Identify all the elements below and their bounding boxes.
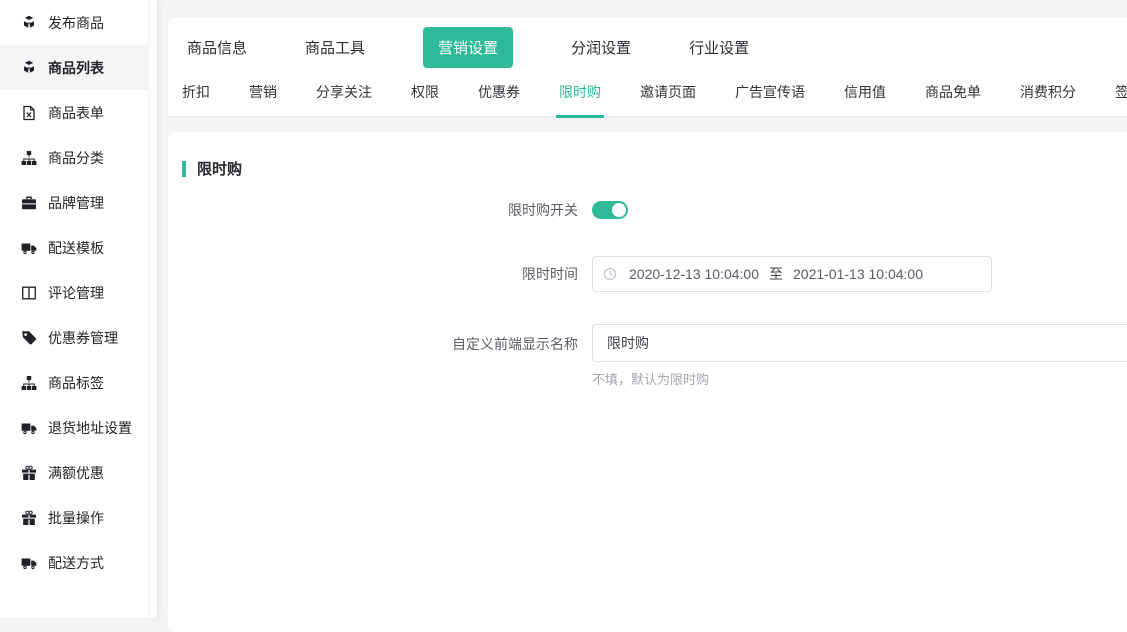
custom-name-label: 自定义前端显示名称 — [168, 334, 578, 354]
time-range-picker[interactable]: 2020-12-13 10:04:00 至 2021-01-13 10:04:0… — [592, 256, 992, 292]
primary-tab[interactable]: 行业设置 — [689, 37, 749, 58]
truck-icon — [21, 420, 37, 436]
primary-tab[interactable]: 分润设置 — [571, 37, 631, 58]
file-excel-icon — [21, 105, 37, 121]
secondary-tab[interactable]: 消费积分 — [1020, 76, 1076, 116]
sidebar-item[interactable]: 商品分类 — [0, 135, 148, 180]
truck-icon — [21, 240, 37, 256]
gift-icon — [21, 465, 37, 481]
secondary-tab[interactable]: 信用值 — [844, 76, 886, 116]
secondary-tab[interactable]: 优惠券 — [478, 76, 520, 116]
sidebar-item-label: 配送方式 — [48, 553, 104, 573]
sidebar-item[interactable]: 满额优惠 — [0, 450, 148, 495]
section-header: 限时购 — [182, 158, 1127, 179]
sidebar-item-label: 商品标签 — [48, 373, 104, 393]
time-end-value: 2021-01-13 10:04:00 — [793, 266, 923, 282]
sidebar-item-label: 优惠券管理 — [48, 328, 118, 348]
gift-icon — [21, 510, 37, 526]
sidebar: 发布商品商品列表商品表单商品分类品牌管理配送模板评论管理优惠券管理商品标签退货地… — [0, 0, 148, 618]
tag-icon — [21, 330, 37, 346]
sidebar-item-label: 商品表单 — [48, 103, 104, 123]
flash-sale-toggle[interactable] — [592, 201, 628, 219]
sidebar-item-label: 配送模板 — [48, 238, 104, 258]
secondary-tab[interactable]: 折扣 — [182, 76, 210, 116]
sidebar-item[interactable]: 批量操作 — [0, 495, 148, 540]
primary-tab[interactable]: 营销设置 — [423, 27, 513, 68]
custom-name-help: 不填，默认为限时购 — [592, 369, 1127, 388]
sidebar-item-label: 退货地址设置 — [48, 418, 132, 438]
cubes-icon — [21, 60, 37, 76]
secondary-tab[interactable]: 分享关注 — [316, 76, 372, 116]
columns-icon — [21, 285, 37, 301]
sidebar-item-label: 满额优惠 — [48, 463, 104, 483]
section-accent-bar — [182, 161, 186, 177]
section-title: 限时购 — [197, 158, 242, 179]
flash-sale-form: 限时购开关 限时时间 2020-12-13 10:04:00 至 2021-01… — [168, 201, 1127, 388]
switch-label: 限时购开关 — [168, 200, 578, 220]
toggle-knob — [612, 203, 626, 217]
sitemap-icon — [21, 150, 37, 166]
sidebar-item[interactable]: 优惠券管理 — [0, 315, 148, 360]
secondary-tab[interactable]: 营销 — [249, 76, 277, 116]
truck-icon — [21, 555, 37, 571]
primary-tab[interactable]: 商品信息 — [187, 37, 247, 58]
sidebar-item-label: 批量操作 — [48, 508, 104, 528]
switch-row: 限时购开关 — [168, 201, 1127, 219]
sidebar-item[interactable]: 退货地址设置 — [0, 405, 148, 450]
cubes-icon — [21, 15, 37, 31]
sidebar-item-label: 品牌管理 — [48, 193, 104, 213]
primary-tab[interactable]: 商品工具 — [305, 37, 365, 58]
sidebar-item-label: 评论管理 — [48, 283, 104, 303]
secondary-tab[interactable]: 权限 — [411, 76, 439, 116]
secondary-tabs: 折扣营销分享关注权限优惠券限时购邀请页面广告宣传语信用值商品免单消费积分签到 — [168, 76, 1127, 118]
sidebar-item[interactable]: 商品标签 — [0, 360, 148, 405]
sidebar-item-label: 发布商品 — [48, 13, 104, 33]
time-separator: 至 — [769, 264, 783, 284]
time-row: 限时时间 2020-12-13 10:04:00 至 2021-01-13 10… — [168, 256, 1127, 292]
content-card: 限时购 限时购开关 限时时间 2020-12-13 10:04:00 — [168, 132, 1127, 632]
sidebar-item[interactable]: 发布商品 — [0, 0, 148, 45]
name-row: 自定义前端显示名称 不填，默认为限时购 — [168, 324, 1127, 388]
secondary-tab[interactable]: 限时购 — [559, 76, 601, 116]
sidebar-item[interactable]: 商品表单 — [0, 90, 148, 135]
sitemap-icon — [21, 375, 37, 391]
secondary-tab[interactable]: 签到 — [1115, 76, 1127, 116]
briefcase-icon — [21, 195, 37, 211]
sidebar-item-label: 商品列表 — [48, 58, 104, 78]
sidebar-item[interactable]: 评论管理 — [0, 270, 148, 315]
sidebar-item[interactable]: 品牌管理 — [0, 180, 148, 225]
sidebar-item[interactable]: 配送方式 — [0, 540, 148, 585]
primary-tabs: 商品信息 商品工具 营销设置 分润设置 行业设置 — [168, 18, 1127, 76]
secondary-tab[interactable]: 广告宣传语 — [735, 76, 805, 116]
clock-icon — [603, 267, 617, 281]
custom-name-input[interactable] — [592, 324, 1127, 362]
sidebar-item-label: 商品分类 — [48, 148, 104, 168]
sidebar-item[interactable]: 配送模板 — [0, 225, 148, 270]
time-label: 限时时间 — [168, 264, 578, 284]
secondary-tab[interactable]: 商品免单 — [925, 76, 981, 116]
sidebar-item[interactable]: 商品列表 — [0, 45, 148, 90]
secondary-tab[interactable]: 邀请页面 — [640, 76, 696, 116]
sidebar-scrollbar[interactable] — [148, 0, 157, 618]
tabs-card: 商品信息 商品工具 营销设置 分润设置 行业设置 折扣营销分享关注权限优惠券限时购邀请页… — [168, 18, 1127, 118]
time-start-value: 2020-12-13 10:04:00 — [629, 266, 759, 282]
